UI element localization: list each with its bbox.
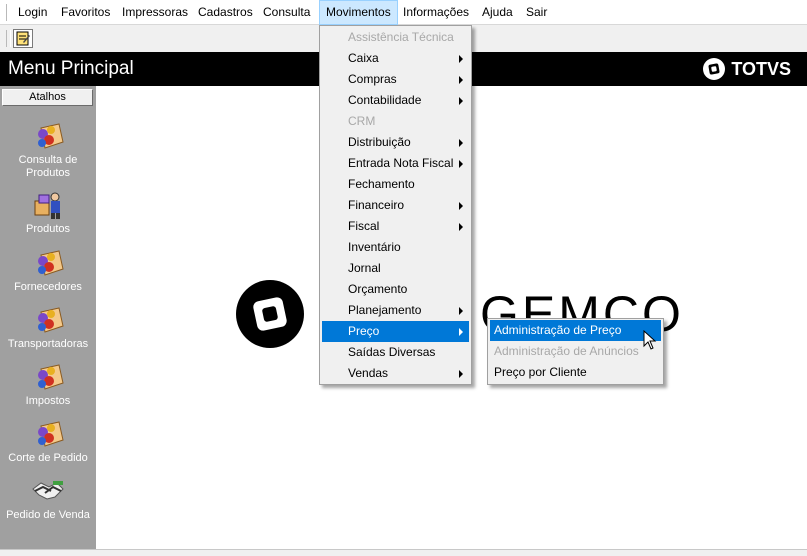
- mouse-pointer-icon: [643, 330, 657, 350]
- totvs-logo: TOTVS: [702, 58, 791, 80]
- shortcut-label: Pedido de Venda: [6, 509, 90, 521]
- submenu-arrow-icon: [459, 370, 463, 378]
- handshake-icon: [32, 481, 64, 500]
- menu-informacoes[interactable]: Informações: [397, 0, 475, 25]
- notepad-icon: [16, 31, 30, 46]
- menu-item-crm: CRM: [348, 114, 376, 128]
- menu-ajuda[interactable]: Ajuda: [476, 0, 519, 25]
- menu-item-distribuicao[interactable]: Distribuição: [322, 132, 469, 153]
- shortcut-transportadoras[interactable]: Transportadoras: [0, 304, 96, 351]
- sidebar: Atalhos Consulta de Produtos Produtos Fo…: [0, 86, 96, 549]
- produtos-icon: [34, 192, 60, 219]
- menu-item-inventario[interactable]: Inventário: [322, 237, 469, 258]
- toolbar-grip[interactable]: [6, 30, 11, 47]
- submenu-arrow-icon: [459, 202, 463, 210]
- menu-item-label: Contabilidade: [348, 93, 422, 107]
- shortcut-impostos[interactable]: Impostos: [0, 361, 96, 408]
- menu-item-label: Caixa: [348, 51, 379, 65]
- fornecedores-icon: [38, 250, 64, 276]
- menubar-grip[interactable]: [6, 4, 11, 21]
- menu-item-entrada-nota-fiscal[interactable]: Entrada Nota Fiscal: [322, 153, 469, 174]
- totvs-watermark-icon: [236, 280, 304, 348]
- menu-item-label: Preço: [348, 324, 380, 338]
- menu-item-preco-por-cliente[interactable]: Preço por Cliente: [490, 362, 661, 383]
- impostos-icon: [38, 364, 64, 390]
- shortcut-pedido-venda[interactable]: Pedido de Venda: [0, 475, 96, 522]
- menu-item-financeiro[interactable]: Financeiro: [322, 195, 469, 216]
- submenu-arrow-icon: [459, 76, 463, 84]
- menu-item-fiscal[interactable]: Fiscal: [322, 216, 469, 237]
- menu-item-label: Compras: [348, 72, 397, 86]
- shortcut-label: Transportadoras: [7, 338, 89, 350]
- movimentos-menu: Assistência Técnica Caixa Compras Contab…: [319, 25, 472, 385]
- menu-login[interactable]: Login: [12, 0, 53, 25]
- shortcut-consulta-produtos[interactable]: Consulta de Produtos: [0, 120, 96, 180]
- menu-sair[interactable]: Sair: [520, 0, 553, 25]
- menu-item-label: Distribuição: [348, 135, 411, 149]
- menu-item-label: Planejamento: [348, 303, 422, 317]
- shortcut-fornecedores[interactable]: Fornecedores: [0, 247, 96, 294]
- totvs-logo-text: TOTVS: [731, 58, 791, 79]
- menu-item-caixa[interactable]: Caixa: [322, 48, 469, 69]
- menu-item-assistencia-tecnica: Assistência Técnica: [348, 30, 454, 44]
- corte-pedido-icon: [38, 421, 64, 447]
- menu-item-label: Entrada Nota Fiscal: [348, 156, 454, 170]
- shortcut-produtos[interactable]: Produtos: [0, 189, 96, 236]
- menu-item-label: Vendas: [348, 366, 389, 380]
- menu-item-orcamento[interactable]: Orçamento: [322, 279, 469, 300]
- toolbar-button[interactable]: [13, 29, 33, 48]
- atalhos-tab[interactable]: Atalhos: [2, 89, 93, 106]
- menu-item-label: Financeiro: [348, 198, 405, 212]
- submenu-arrow-icon: [459, 160, 463, 168]
- transportadoras-icon: [38, 307, 64, 333]
- menu-item-label: Fiscal: [348, 219, 380, 233]
- menu-item-administracao-preco[interactable]: Administração de Preço: [490, 320, 661, 341]
- menu-item-vendas[interactable]: Vendas: [322, 363, 469, 384]
- submenu-arrow-icon: [459, 55, 463, 63]
- menu-consulta[interactable]: Consulta: [257, 0, 316, 25]
- menu-bar: Login Favoritos Impressoras Cadastros Co…: [0, 0, 807, 25]
- submenu-arrow-icon: [459, 223, 463, 231]
- menu-movimentos[interactable]: Movimentos: [319, 0, 398, 25]
- submenu-arrow-icon: [459, 307, 463, 315]
- shortcut-label: Fornecedores: [14, 281, 82, 293]
- submenu-arrow-icon: [459, 328, 463, 336]
- menu-item-saidas-diversas[interactable]: Saídas Diversas: [322, 342, 469, 363]
- totvs-logo-icon: [703, 58, 726, 80]
- menu-item-jornal[interactable]: Jornal: [322, 258, 469, 279]
- shortcut-label: Consulta de Produtos: [18, 154, 78, 179]
- submenu-arrow-icon: [459, 139, 463, 147]
- page-title: Menu Principal: [8, 58, 134, 79]
- shortcut-label: Corte de Pedido: [8, 452, 88, 464]
- menu-impressoras[interactable]: Impressoras: [116, 0, 194, 25]
- menu-item-planejamento[interactable]: Planejamento: [322, 300, 469, 321]
- menu-cadastros[interactable]: Cadastros: [192, 0, 259, 25]
- consulta-produtos-icon: [38, 123, 64, 149]
- preco-submenu: Administração de Preço Administração de …: [487, 318, 664, 385]
- menu-item-compras[interactable]: Compras: [322, 69, 469, 90]
- menu-item-administracao-anuncios: Administração de Anúncios: [494, 344, 639, 358]
- shortcut-label: Produtos: [25, 223, 71, 235]
- menu-item-fechamento[interactable]: Fechamento: [322, 174, 469, 195]
- shortcut-label: Impostos: [25, 395, 71, 407]
- shortcut-corte-pedido[interactable]: Corte de Pedido: [0, 418, 96, 465]
- menu-favoritos[interactable]: Favoritos: [55, 0, 116, 25]
- submenu-arrow-icon: [459, 97, 463, 105]
- menu-item-contabilidade[interactable]: Contabilidade: [322, 90, 469, 111]
- menu-item-preco[interactable]: Preço: [322, 321, 469, 342]
